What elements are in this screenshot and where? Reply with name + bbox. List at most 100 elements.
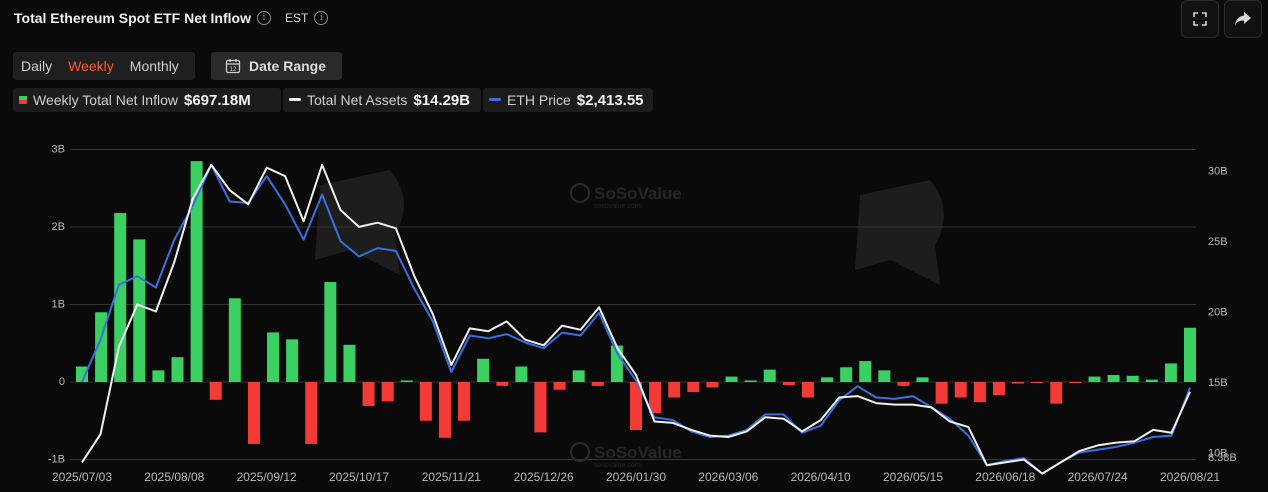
bar-series [76,161,1196,444]
legend-net-assets[interactable]: Total Net Assets $14.29B [283,88,481,112]
legend-value: $2,413.55 [576,91,644,109]
timezone-info-icon[interactable]: i [314,11,329,25]
inflow-bar [591,382,604,386]
inflow-bar [286,339,299,382]
eth-price-line [81,163,1191,475]
tab-monthly[interactable]: Monthly [114,58,179,74]
inflow-bar [725,376,738,382]
inflow-bar [362,382,375,407]
x-axis-tick: 2026/08/21 [1160,470,1220,484]
x-axis-tick: 2025/12/26 [514,470,574,484]
inflow-bar [190,161,203,382]
inflow-bar [76,366,88,382]
inflow-bar [821,377,834,382]
watermark-layer: SoSoValuesosovalue.comSoSoValuesosovalue… [315,170,944,469]
blue-line-swatch-icon [489,98,501,101]
share-button[interactable] [1224,0,1262,38]
date-range-label: Date Range [249,58,327,74]
watermark-subtext: sosovalue.com [594,462,641,469]
inflow-bar [458,382,471,421]
inflow-bar [1126,375,1139,382]
legend-label: ETH Price [507,92,571,108]
watermark-text: SoSoValue [594,443,682,462]
watermark-shape [315,170,404,275]
right-axis-tick: 25B [1208,236,1228,248]
inflow-bar [343,344,356,382]
right-axis-tick: 8.38B [1208,452,1237,464]
inflow-bar [400,380,413,382]
info-icon[interactable]: i [256,11,271,25]
inflow-bar [419,382,432,421]
x-axis-tick: 2025/08/08 [144,470,204,484]
inflow-bar [973,382,986,403]
watermark-subtext: sosovalue.com [594,203,641,210]
page-title: Total Ethereum Spot ETF Net Inflow [14,10,251,26]
watermark-shape [855,180,944,285]
interval-tabs: Daily Weekly Monthly [13,52,195,80]
left-axis-tick: 0 [59,376,65,388]
calendar-icon: 12 [225,59,241,74]
inflow-bar [1031,382,1044,383]
x-axis-tick: 2026/01/30 [606,470,666,484]
inflow-bar [1088,376,1101,382]
x-axis-tick: 2025/11/21 [422,470,481,484]
inflow-bar [935,382,948,404]
tab-weekly[interactable]: Weekly [52,58,114,74]
x-axis-tick: 2026/04/10 [791,470,851,484]
legend-eth-price[interactable]: ETH Price $2,413.55 [483,88,653,112]
x-axis-tick: 2026/06/18 [975,470,1035,484]
inflow-bar [1069,382,1082,383]
inflow-bar [247,382,260,444]
inflow-bar [706,382,719,388]
share-icon [1235,12,1251,26]
right-axis-tick: 15B [1208,377,1228,389]
inflow-bar [496,382,509,386]
inflow-bar [133,239,146,382]
inflow-bar [438,382,451,438]
watermark-logo-icon [570,183,590,203]
inflow-bar [782,382,795,386]
inflow-bar [649,382,662,413]
inflow-bar [1145,379,1158,382]
x-axis-tick: 2026/03/06 [698,470,758,484]
legend-value: $697.18M [184,91,251,109]
inflow-bar [572,370,585,382]
net-assets-line [81,163,1191,475]
inflow-bar [152,370,165,382]
inflow-bar [1107,375,1120,382]
inflow-bar [859,361,872,382]
watermark-logo-icon [570,442,590,462]
x-axis-tick: 2025/10/17 [329,470,389,484]
line-series [81,163,1191,475]
inflow-bar [668,382,681,398]
tab-daily[interactable]: Daily [13,58,52,74]
inflow-bar [610,345,623,382]
right-axis-tick: 10B [1208,448,1228,460]
fullscreen-icon [1193,12,1207,26]
inflow-bar [324,282,337,382]
timezone-label: EST [284,11,309,25]
left-axis-tick: 1B [52,299,65,311]
legend-label: Total Net Assets [307,92,408,108]
inflow-bar [1012,382,1025,384]
legend-label: Weekly Total Net Inflow [33,92,178,108]
inflow-bar [95,312,108,382]
inflow-bar [1184,327,1196,382]
bar-swatch-icon [19,96,27,104]
left-axis-tick: 2B [52,221,65,233]
inflow-bar [630,382,642,431]
inflow-bar [763,369,776,382]
legend-net-inflow[interactable]: Weekly Total Net Inflow $697.18M [13,88,281,112]
inflow-bar [992,382,1005,396]
fullscreen-button[interactable] [1181,0,1219,38]
right-axis-tick: 20B [1208,307,1228,319]
inflow-bar [305,382,318,444]
date-range-button[interactable]: 12 Date Range [211,52,342,80]
inflow-bar [534,382,547,433]
x-axis-tick: 2026/07/24 [1068,470,1128,484]
inflow-bar [801,382,814,398]
x-axis-tick: 2025/09/12 [237,470,297,484]
axis-labels: 3B 2B 1B 0 -1B 30B 25B 20B 15B 10B8.38B 2025/07/03… [48,144,1237,485]
watermark-text: SoSoValue [594,184,682,203]
inflow-bar [897,382,910,386]
